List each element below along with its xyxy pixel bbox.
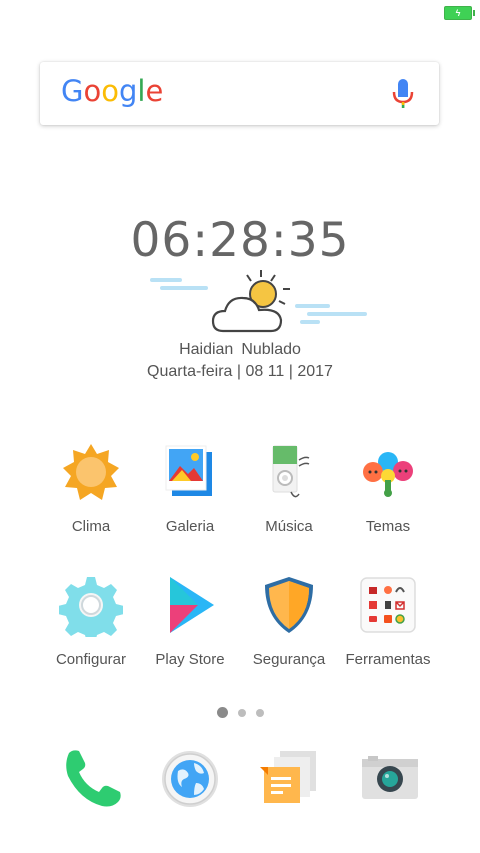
tools-folder-icon [360,577,416,633]
gear-icon [59,577,123,637]
app-ferramentas[interactable]: Ferramentas [333,573,443,668]
shield-icon [265,577,313,633]
google-search-bar[interactable]: Google [40,62,439,125]
sun-icon [63,444,119,500]
app-seguranca[interactable]: Segurança [234,573,344,668]
app-label: Configurar [55,651,127,668]
mic-icon[interactable] [391,78,415,110]
app-label: Segurança [252,651,326,668]
app-clima[interactable]: Clima [36,440,146,535]
app-play-store[interactable]: Play Store [135,573,245,668]
gallery-icon [165,445,212,496]
phone-icon[interactable] [59,745,123,809]
clock-time[interactable]: 06:28:35 [0,213,480,268]
partly-cloudy-icon [150,270,367,333]
app-temas[interactable]: Temas [333,440,443,535]
app-label: Ferramentas [345,651,431,668]
play-store-icon [170,577,214,633]
app-galeria[interactable]: Galeria [135,440,245,535]
messages-icon[interactable] [258,749,322,813]
page-indicator [0,704,480,722]
weather-location: Haidian [179,341,234,358]
weather-condition: Nublado [241,341,301,358]
page-dot[interactable] [237,708,246,717]
charging-bolt-icon: ϟ [455,8,461,18]
app-musica[interactable]: Música [234,440,344,535]
app-label: Temas [365,518,411,535]
google-logo: Google [61,74,164,108]
weather-date: Quarta-feira | 08 11 | 2017 [147,363,333,380]
app-label: Música [265,518,313,535]
battery-charging-icon: ϟ [444,6,475,20]
status-bar: ϟ [0,0,480,26]
weather-widget[interactable]: Haidian Nublado Quarta-feira | 08 11 | 20… [0,339,480,383]
app-label: Play Store [155,651,225,668]
app-label: Clima [71,518,111,535]
browser-icon[interactable] [158,747,222,811]
camera-icon[interactable] [358,747,422,811]
dock [0,745,480,815]
page-dot-active[interactable] [216,707,228,719]
music-player-icon [272,445,310,498]
page-dot[interactable] [255,708,264,717]
app-configurar[interactable]: Configurar [36,573,146,668]
themes-icon [363,452,413,497]
app-label: Galeria [165,518,215,535]
